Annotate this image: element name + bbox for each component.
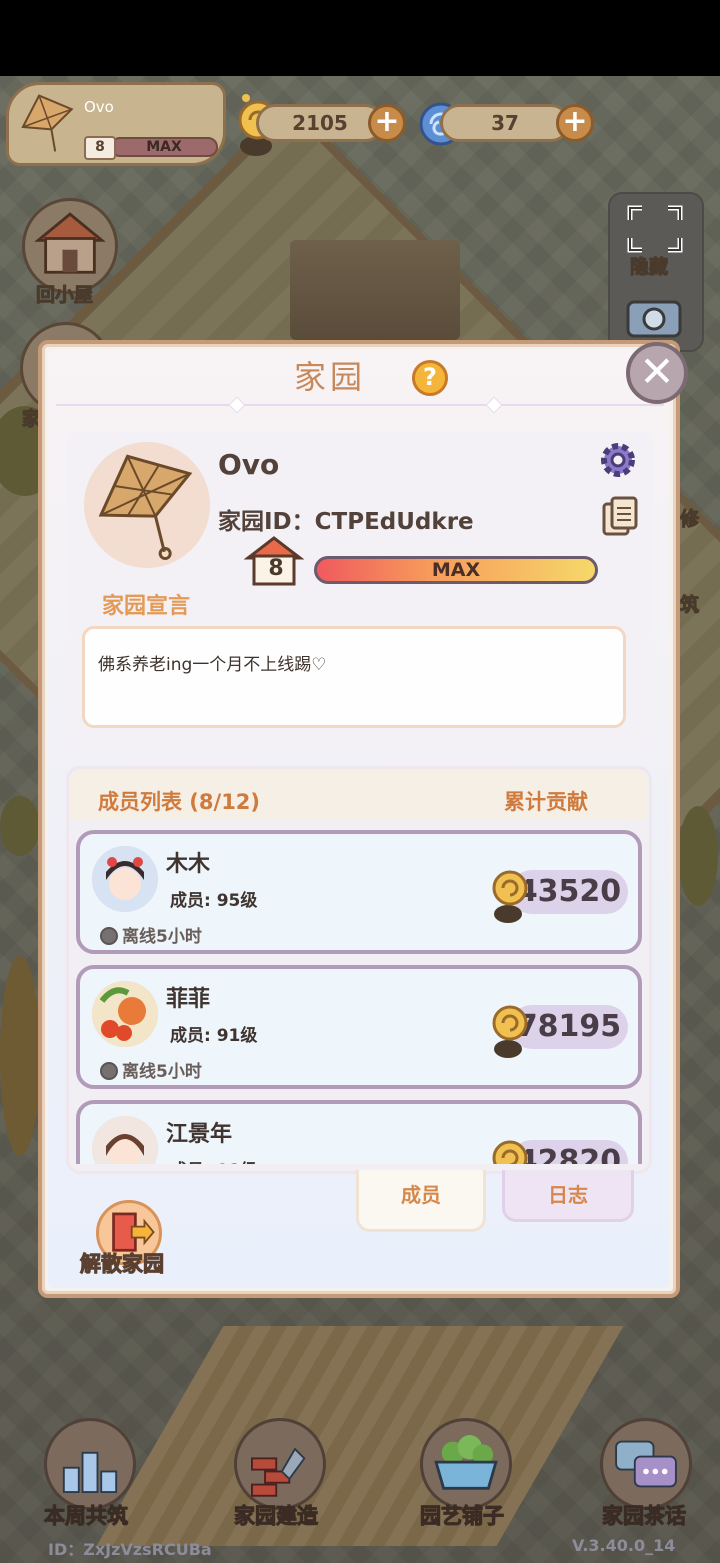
tab-members[interactable]: 成员 <box>356 1170 486 1232</box>
snail-coin-count: 2105 <box>256 104 384 142</box>
background-tree <box>678 806 718 906</box>
member-status: 离线5小时 <box>100 1057 202 1082</box>
offline-dot-icon <box>100 927 118 945</box>
background-tree <box>0 956 40 1156</box>
player-id-footer: ID：ZxJzVzsRCUBa <box>48 1540 212 1559</box>
member-row[interactable]: 菲菲 成员: 91级 离线5小时 78195 <box>76 965 642 1089</box>
gear-icon[interactable] <box>598 440 638 480</box>
version-footer: V.3.40.0_14 <box>572 1536 676 1555</box>
tea-talk-label: 家园茶话 <box>602 1504 687 1529</box>
podium-icon <box>62 1451 118 1493</box>
background-tree <box>0 796 40 856</box>
hide-ui-icon[interactable] <box>626 204 684 254</box>
chat-bubbles-icon <box>615 1440 677 1488</box>
member-name: 菲菲 <box>166 987 211 1012</box>
member-name: 江景年 <box>166 1122 233 1147</box>
girl-avatar-icon <box>92 846 158 912</box>
member-avatar <box>92 846 158 912</box>
members-count-header: 成员列表 (8/12) <box>98 790 261 814</box>
home-id: 家园ID：CTPEdUdkre <box>218 502 474 536</box>
member-row[interactable]: 木木 成员: 95级 离线5小时 43520 <box>76 830 642 954</box>
title-divider <box>56 404 664 406</box>
garden-shop-button[interactable] <box>420 1418 512 1510</box>
weekly-build-label: 本周共筑 <box>44 1504 129 1529</box>
gem-count: 37 <box>440 104 570 142</box>
home-id-value: CTPEdUdkre <box>314 509 474 535</box>
member-level: 成员: 95级 <box>170 891 258 911</box>
home-id-label: 家园ID： <box>218 509 315 535</box>
background-floor <box>96 1326 624 1546</box>
member-status-text: 离线5小时 <box>122 927 202 947</box>
repair-label-partial: 修 <box>679 508 700 531</box>
build-label-partial: 筑 <box>679 594 700 617</box>
back-home-label: 回小屋 <box>35 284 94 307</box>
player-name: Ovo <box>84 98 114 116</box>
member-status: 离线5小时 <box>100 922 202 947</box>
copy-icon[interactable] <box>600 496 640 538</box>
member-name: 木木 <box>166 852 211 877</box>
tea-talk-button[interactable] <box>600 1418 692 1510</box>
dissolve-home-label: 解散家园 <box>80 1252 165 1277</box>
level-badge: 8 <box>84 136 116 160</box>
add-coins-button[interactable]: + <box>368 104 406 142</box>
hide-label: 隐藏 <box>629 256 669 279</box>
planter-icon <box>434 1435 498 1490</box>
umbrella-avatar-icon <box>21 94 74 152</box>
contribution-header: 累计贡献 <box>504 790 588 814</box>
camera-icon[interactable] <box>622 292 686 340</box>
offline-dot-icon <box>100 1062 118 1080</box>
member-status-text: 离线5小时 <box>122 1062 202 1082</box>
umbrella-icon <box>98 454 193 561</box>
member-avatar <box>92 1116 158 1164</box>
declaration-label: 家园宣言 <box>102 594 191 619</box>
member-level: 成员: 91级 <box>170 1026 258 1046</box>
declaration-box[interactable] <box>82 626 626 728</box>
home-build-button[interactable] <box>234 1418 326 1510</box>
home-avatar <box>84 442 210 568</box>
fox-avatar-icon <box>92 981 158 1047</box>
dialog-title: 家园 <box>293 358 366 396</box>
weekly-build-button[interactable] <box>44 1418 136 1510</box>
garden-shop-label: 园艺铺子 <box>420 1504 505 1529</box>
snail-coin-icon <box>492 870 528 923</box>
status-bar <box>0 0 720 76</box>
home-build-label: 家园建造 <box>234 1504 319 1529</box>
house-icon <box>34 212 106 274</box>
tab-log[interactable]: 日志 <box>502 1170 634 1222</box>
home-owner-name: Ovo <box>218 448 280 481</box>
bricks-icon <box>251 1447 306 1497</box>
snail-coin-icon <box>492 1140 528 1164</box>
member-level: 成员: 91级 <box>170 1156 257 1164</box>
girl-avatar-icon <box>92 1116 158 1164</box>
home-level: 8 <box>268 556 284 581</box>
level-progress-bar: MAX <box>110 137 218 157</box>
close-button[interactable]: ✕ <box>626 342 688 404</box>
member-row[interactable]: 江景年 成员: 91级 42820 <box>76 1100 642 1164</box>
member-avatar <box>92 981 158 1047</box>
home-level-bar: MAX <box>314 556 598 584</box>
background-house <box>290 240 460 340</box>
members-list[interactable]: 木木 成员: 95级 离线5小时 43520 菲菲 成员: 91级 离线5小时 … <box>70 822 648 1164</box>
add-gems-button[interactable]: + <box>556 104 594 142</box>
snail-coin-icon <box>492 1005 528 1058</box>
declaration-text: 佛系养老ing一个月不上线踢♡ <box>98 655 327 675</box>
help-icon[interactable]: ? <box>412 360 448 396</box>
